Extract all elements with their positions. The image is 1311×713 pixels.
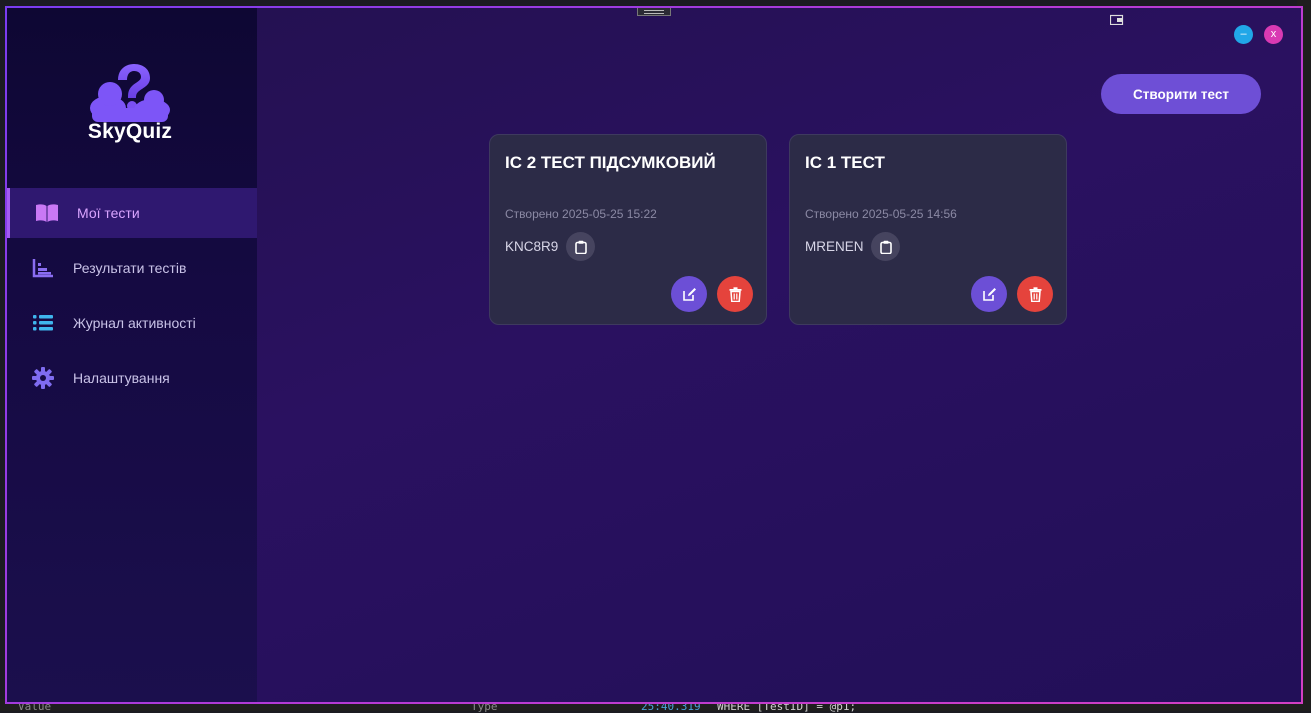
trash-icon [1029, 286, 1041, 302]
delete-test-button[interactable] [717, 276, 753, 312]
app-name: SkyQuiz [87, 120, 173, 143]
sidebar-item-label: Налаштування [73, 370, 170, 386]
book-icon [35, 201, 59, 225]
sidebar-item-settings[interactable]: Налаштування [7, 353, 257, 403]
test-code: MRENEN [805, 239, 864, 254]
sidebar-item-activity-log[interactable]: Журнал активності [7, 298, 257, 348]
clipboard-icon [879, 240, 892, 254]
sidebar-item-label: Результати тестів [73, 260, 187, 276]
create-test-button[interactable]: Створити тест [1101, 74, 1261, 114]
close-button[interactable]: x [1264, 25, 1283, 44]
test-code: KNC8R9 [505, 239, 559, 254]
edit-test-button[interactable] [971, 276, 1007, 312]
minimize-button[interactable]: – [1234, 25, 1253, 44]
sidebar-item-my-tests[interactable]: Мої тести [7, 188, 257, 238]
gear-icon [31, 366, 55, 390]
edit-icon [982, 287, 996, 301]
test-card: ІС 1 ТЕСТ Створено 2025-05-25 14:56 MREN… [789, 134, 1067, 325]
app-window: SkyQuiz Мої тести Результати тестів Журн… [5, 6, 1303, 704]
test-title: ІС 1 ТЕСТ [805, 153, 885, 172]
test-title: ІС 2 ТЕСТ ПІДСУМКОВИЙ [505, 153, 716, 172]
test-created: Створено 2025-05-25 15:22 [505, 207, 657, 221]
edit-icon [682, 287, 696, 301]
chart-icon [31, 256, 55, 280]
list-icon [31, 311, 55, 335]
sidebar-item-label: Мої тести [77, 205, 140, 221]
clipboard-icon [574, 240, 587, 254]
edit-test-button[interactable] [671, 276, 707, 312]
sidebar-item-results[interactable]: Результати тестів [7, 243, 257, 293]
test-card: ІС 2 ТЕСТ ПІДСУМКОВИЙ Створено 2025-05-2… [489, 134, 767, 325]
sidebar-nav: Мої тести Результати тестів Журнал актив… [7, 188, 257, 408]
trash-icon [729, 286, 741, 302]
drag-handle[interactable] [637, 8, 671, 16]
app-logo: SkyQuiz [85, 64, 175, 144]
copy-code-button[interactable] [566, 232, 595, 261]
delete-test-button[interactable] [1017, 276, 1053, 312]
test-created: Створено 2025-05-25 14:56 [805, 207, 957, 221]
cloud-question-icon [90, 64, 170, 122]
wallet-icon[interactable] [1110, 14, 1124, 25]
sidebar: SkyQuiz Мої тести Результати тестів Журн… [7, 8, 257, 702]
sidebar-item-label: Журнал активності [73, 315, 196, 331]
copy-code-button[interactable] [871, 232, 900, 261]
